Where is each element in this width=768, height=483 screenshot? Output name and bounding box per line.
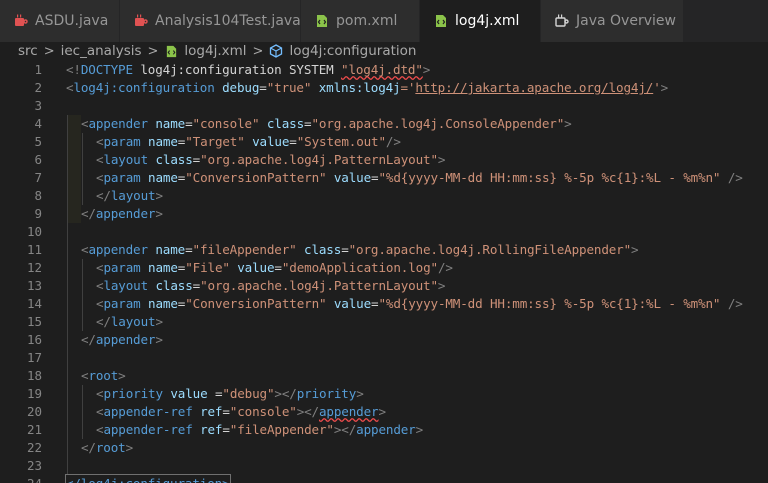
line-number: 21 [26,422,42,437]
java-icon [134,14,148,28]
code-line: 5 <param name="Target" value="System.out… [0,133,768,151]
tab-analysis104test-java[interactable]: Analysis104Test.java [120,0,301,42]
tab-label: Java Overview [576,13,676,29]
code-line: 7 <param name="ConversionPattern" value=… [0,169,768,187]
line-number: 22 [26,440,42,455]
tab-pom-xml[interactable]: pom.xml [301,0,420,42]
breadcrumb-item-log4j-configuration[interactable]: log4j:configuration [289,43,416,59]
code-line: 6 <layout class="org.apache.log4j.Patter… [0,151,768,169]
line-number: 8 [34,188,42,203]
line-number: 6 [34,152,42,167]
line-content: <param name="Target" value="System.out"/… [96,134,401,149]
line-content: <layout class="org.apache.log4j.PatternL… [96,152,446,167]
line-content: <!DOCTYPE log4j:configuration SYSTEM "lo… [66,62,431,77]
line-content: <priority value ="debug"></priority> [96,386,364,401]
code-line: 14 <param name="ConversionPattern" value… [0,295,768,313]
line-content: <appender-ref ref="console"></appender> [96,404,386,419]
tab-bar: ASDU.java Analysis104Test.java pom.xml l… [0,0,768,42]
line-content: </layout> [96,188,163,203]
line-content: <appender-ref ref="fileAppender"></appen… [96,422,424,437]
tab-label: Analysis104Test.java [155,13,301,29]
xml-file-icon [315,14,329,28]
line-content: <param name="File" value="demoApplicatio… [96,260,453,275]
line-number: 17 [26,350,42,365]
code-line: 20 <appender-ref ref="console"></appende… [0,403,768,421]
line-number: 19 [26,386,42,401]
tab-asdu-java[interactable]: ASDU.java [0,0,120,42]
line-number: 24 [0,475,42,483]
line-number: 4 [34,116,42,131]
line-number: 11 [26,242,42,257]
line-number: 12 [26,260,42,275]
line-number: 13 [26,278,42,293]
code-line: 1 <!DOCTYPE log4j:configuration SYSTEM "… [0,61,768,79]
line-content: <param name="ConversionPattern" value="%… [96,170,743,185]
line-content: <root> [81,368,126,383]
code-line: 16 </appender> [0,331,768,349]
code-line: 24 </log4j:configuration> [0,474,768,483]
code-line: 23 [0,457,768,475]
line-number: 14 [26,296,42,311]
code-line: 18 <root> [0,367,768,385]
chevron-right-icon: > [252,43,264,59]
line-number: 3 [34,98,42,113]
breadcrumb-item-log4j-xml[interactable]: log4j.xml [184,43,246,59]
line-number: 20 [26,404,42,419]
code-line: 12 <param name="File" value="demoApplica… [0,259,768,277]
code-line: 3 [0,97,768,115]
line-content: </appender> [81,332,163,347]
xml-file-icon [164,44,178,58]
line-number: 5 [34,134,42,149]
chevron-right-icon: > [147,43,159,59]
code-line: 10 [0,223,768,241]
code-editor[interactable]: 1 <!DOCTYPE log4j:configuration SYSTEM "… [0,61,768,483]
line-content: </root> [81,440,134,455]
line-number: 15 [26,314,42,329]
line-content: </appender> [81,206,163,221]
url-link[interactable]: http://jakarta.apache.org/log4j/ [415,80,653,95]
line-number: 10 [26,224,42,239]
line-content: <param name="ConversionPattern" value="%… [96,296,743,311]
line-content: <log4j:configuration debug="true" xmlns:… [66,80,669,95]
tab-bar-empty [684,0,768,42]
tab-label: ASDU.java [35,13,109,29]
code-line: 17 [0,349,768,367]
code-line: 9 </appender> [0,205,768,223]
breadcrumb-item-src[interactable]: src [18,43,38,59]
code-line: 11 <appender name="fileAppender" class="… [0,241,768,259]
breadcrumb-item-iec-analysis[interactable]: iec_analysis [61,43,142,59]
code-line: 8 </layout> [0,187,768,205]
code-line: 15 </layout> [0,313,768,331]
line-content: <layout class="org.apache.log4j.PatternL… [96,278,446,293]
line-number: 2 [34,80,42,95]
line-number: 23 [26,458,42,473]
line-content: </layout> [96,314,163,329]
line-content: <appender name="console" class="org.apac… [81,116,572,131]
line-content: <appender name="fileAppender" class="org… [81,242,639,257]
breadcrumb: src > iec_analysis > log4j.xml > log4j:c… [0,42,768,60]
line-number: 18 [26,368,42,383]
code-line: 19 <priority value ="debug"></priority> [0,385,768,403]
code-line: 21 <appender-ref ref="fileAppender"></ap… [0,421,768,439]
line-number: 1 [34,62,42,77]
line-number: 9 [34,206,42,221]
tab-java-overview[interactable]: Java Overview [541,0,684,42]
tab-label: log4j.xml [455,13,520,29]
tab-label: pom.xml [336,13,398,29]
line-number: 16 [26,332,42,347]
line-number: 7 [34,170,42,185]
tab-log4j-xml[interactable]: log4j.xml [420,0,541,42]
line-content: </log4j:configuration> [65,474,231,483]
code-line: 13 <layout class="org.apache.log4j.Patte… [0,277,768,295]
symbol-element-icon [269,44,283,58]
code-line: 22 </root> [0,439,768,457]
xml-file-icon [434,14,448,28]
chevron-right-icon: > [43,43,55,59]
java-overview-icon [555,14,569,28]
code-line: 2 <log4j:configuration debug="true" xmln… [0,79,768,97]
java-icon [14,14,28,28]
code-line: 4 <appender name="console" class="org.ap… [0,115,768,133]
